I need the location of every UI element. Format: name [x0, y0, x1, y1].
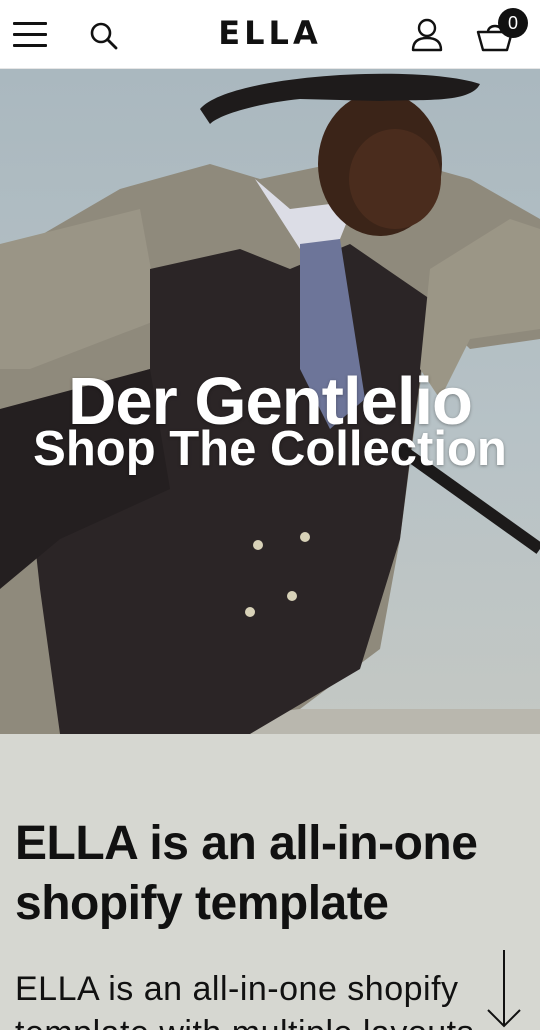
- shop-collection-link[interactable]: Shop The Collection: [0, 421, 540, 477]
- intro-heading: ELLA is an all-in-one shopify template: [15, 817, 478, 930]
- intro-section: ELLA is an all-in-one shopify template E…: [0, 734, 540, 1030]
- scroll-down-arrow-icon[interactable]: [484, 948, 524, 1030]
- intro-text: ELLA is an all-in-one shopify template w…: [15, 970, 474, 1030]
- cart-count-badge[interactable]: 0: [498, 8, 528, 38]
- account-icon[interactable]: [409, 17, 445, 53]
- site-logo[interactable]: ELLA: [0, 14, 540, 52]
- site-header: ELLA 0: [0, 0, 540, 69]
- hero-banner[interactable]: Der Gentlelio Shop The Collection: [0, 69, 540, 734]
